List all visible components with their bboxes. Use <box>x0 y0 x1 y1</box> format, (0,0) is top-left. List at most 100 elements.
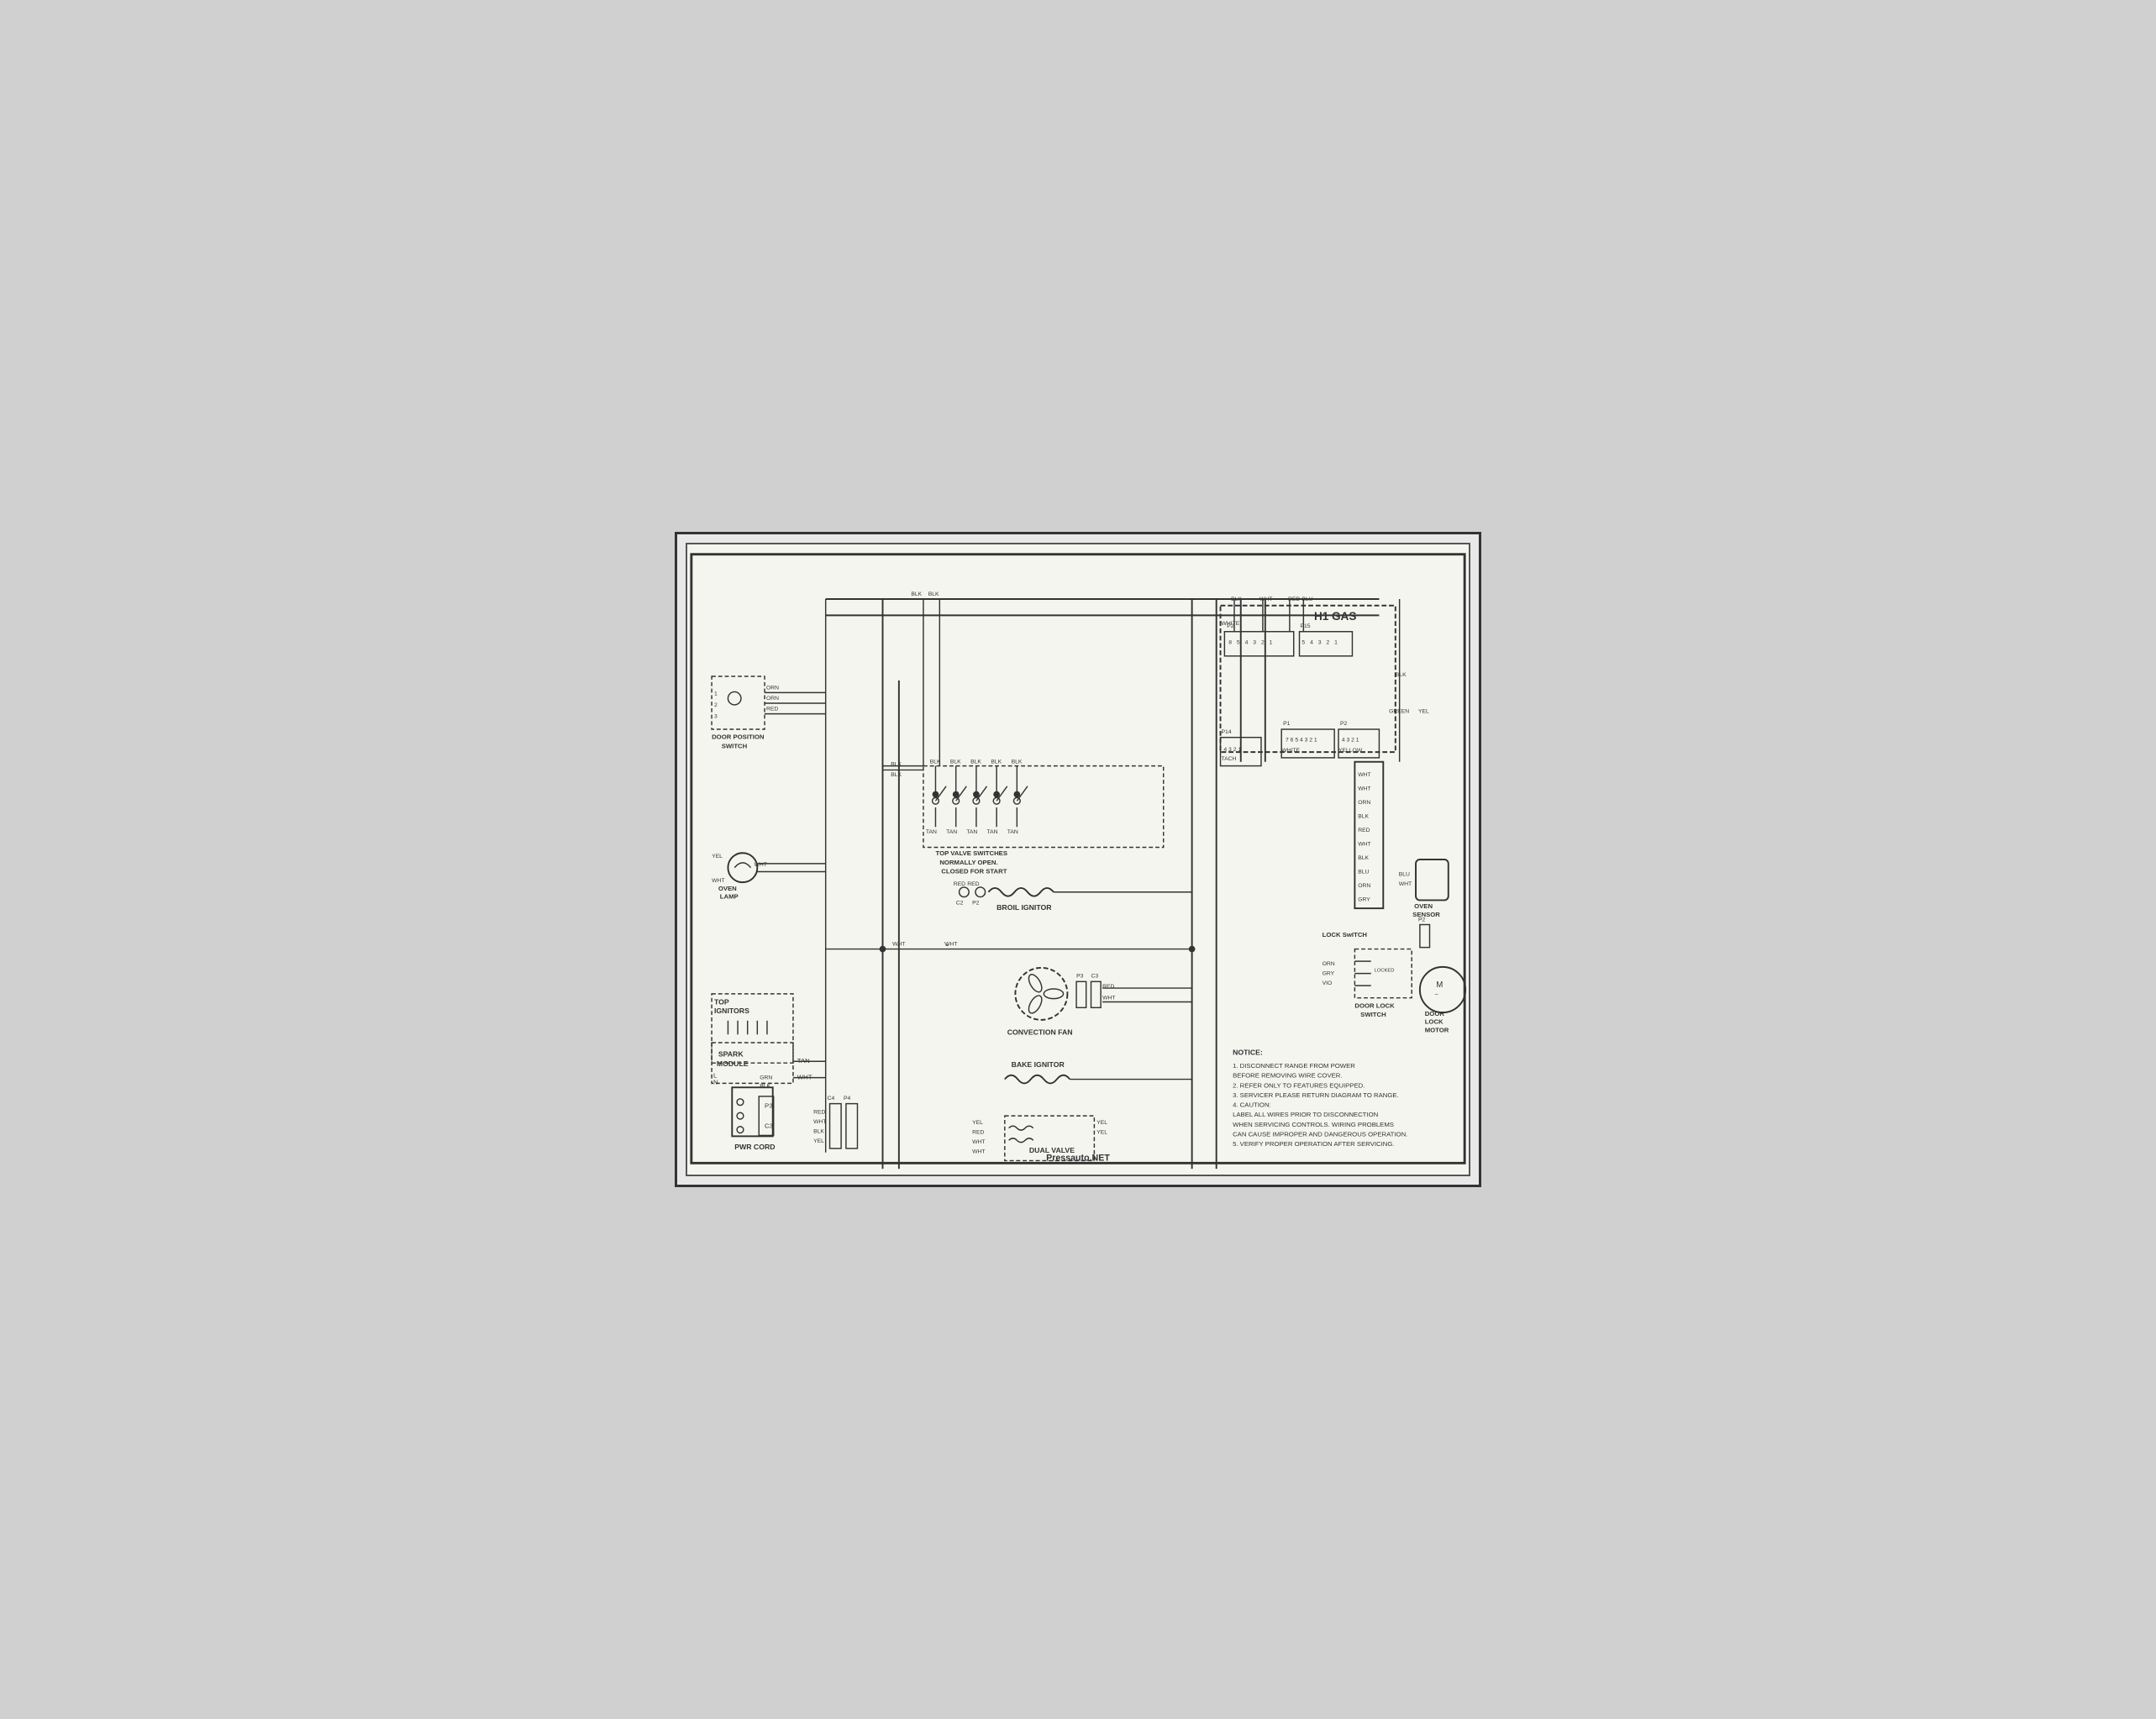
svg-text:RED: RED <box>813 1109 825 1115</box>
svg-text:RED: RED <box>972 1129 984 1135</box>
svg-text:LAMP: LAMP <box>720 893 739 901</box>
svg-text:1: 1 <box>1334 639 1338 645</box>
svg-text:WHT: WHT <box>972 1149 985 1155</box>
page-container: PWR CORD P3 C3 GRN BLK TOP IGNITORS SP <box>675 532 1481 1187</box>
svg-text:LOCKED: LOCKED <box>1375 969 1395 974</box>
svg-text:2: 2 <box>1261 639 1265 645</box>
svg-text:BLK: BLK <box>911 591 922 597</box>
svg-text:WHITE: WHITE <box>1222 621 1240 627</box>
svg-text:WHT: WHT <box>712 878 724 884</box>
svg-text:GRY: GRY <box>1323 971 1335 977</box>
svg-text:ORN: ORN <box>766 686 779 691</box>
svg-text:ORN: ORN <box>1323 961 1335 967</box>
svg-text:4 3 2 1: 4 3 2 1 <box>1223 747 1241 753</box>
svg-text:WHT: WHT <box>1358 772 1370 778</box>
svg-text:WHT: WHT <box>813 1119 826 1125</box>
svg-text:YELLOW: YELLOW <box>1338 748 1363 754</box>
svg-text:2: 2 <box>1326 639 1329 645</box>
svg-text:CONVECTION FAN: CONVECTION FAN <box>1007 1028 1073 1036</box>
svg-text:BLK: BLK <box>1012 760 1023 765</box>
svg-text:M: M <box>1436 980 1443 990</box>
svg-text:YEL: YEL <box>972 1120 983 1126</box>
svg-text:4: 4 <box>1245 639 1249 645</box>
svg-text:BLU: BLU <box>1399 871 1410 877</box>
svg-text:CLOSED FOR START: CLOSED FOR START <box>941 867 1007 875</box>
svg-text:P2: P2 <box>972 900 980 906</box>
svg-text:Pressauto.NET: Pressauto.NET <box>1046 1153 1110 1163</box>
diagram-area: PWR CORD P3 C3 GRN BLK TOP IGNITORS SP <box>686 543 1470 1176</box>
svg-text:GRY: GRY <box>1358 896 1370 902</box>
svg-text:CAN CAUSE IMPROPER AND DANGERO: CAN CAUSE IMPROPER AND DANGEROUS OPERATI… <box>1233 1130 1407 1138</box>
svg-text:TAN: TAN <box>987 829 998 835</box>
svg-text:P2: P2 <box>1418 917 1426 923</box>
svg-text:WHT: WHT <box>1358 842 1370 848</box>
svg-text:4: 4 <box>1310 639 1313 645</box>
svg-text:BLK: BLK <box>813 1129 824 1135</box>
svg-text:4. CAUTION:: 4. CAUTION: <box>1233 1101 1271 1109</box>
svg-text:NORMALLY OPEN.: NORMALLY OPEN. <box>939 859 997 866</box>
svg-text:BLU: BLU <box>1358 869 1369 875</box>
svg-text:WHT: WHT <box>972 1139 985 1145</box>
svg-text:YEL: YEL <box>712 854 723 860</box>
svg-text:NOTICE:: NOTICE: <box>1233 1049 1263 1057</box>
svg-text:C3: C3 <box>1091 973 1099 979</box>
svg-text:RED: RED <box>954 881 965 887</box>
svg-text:SENSOR: SENSOR <box>1412 911 1440 918</box>
svg-text:4 3 2 1: 4 3 2 1 <box>1342 738 1359 744</box>
svg-text:BLK: BLK <box>991 760 1002 765</box>
svg-text:N: N <box>713 1078 718 1086</box>
svg-text:C3: C3 <box>765 1122 773 1130</box>
svg-text:BLK: BLK <box>930 760 941 765</box>
svg-text:RED: RED <box>967 881 979 887</box>
svg-text:8: 8 <box>1228 639 1232 645</box>
svg-text:DOOR: DOOR <box>1425 1010 1445 1017</box>
svg-text:TAN: TAN <box>926 829 937 835</box>
svg-text:OVEN: OVEN <box>718 885 737 892</box>
svg-text:LABEL ALL WIRES PRIOR TO DISCO: LABEL ALL WIRES PRIOR TO DISCONNECTION <box>1233 1111 1378 1118</box>
svg-text:P15: P15 <box>1300 623 1310 629</box>
svg-text:TOP: TOP <box>714 997 729 1006</box>
svg-text:RED: RED <box>1102 984 1114 990</box>
svg-text:1. DISCONNECT RANGE FROM POWE: 1. DISCONNECT RANGE FROM POWER <box>1233 1062 1355 1070</box>
svg-text:SWITCH: SWITCH <box>722 742 748 749</box>
svg-text:TAN: TAN <box>946 829 957 835</box>
svg-text:BLK: BLK <box>928 591 939 597</box>
svg-text:C4: C4 <box>828 1096 835 1101</box>
svg-text:PWR CORD: PWR CORD <box>734 1143 775 1151</box>
svg-text:IGNITORS: IGNITORS <box>714 1007 749 1015</box>
svg-text:H1 GAS: H1 GAS <box>1314 610 1356 623</box>
svg-text:P2: P2 <box>1340 721 1348 727</box>
svg-text:RED: RED <box>766 707 778 712</box>
svg-text:BLK: BLK <box>950 760 961 765</box>
svg-text:BLK: BLK <box>970 760 981 765</box>
svg-text:RED: RED <box>1358 828 1370 833</box>
svg-text:P3: P3 <box>1076 973 1084 979</box>
svg-text:BLK: BLK <box>1358 814 1369 820</box>
svg-text:VIO: VIO <box>1323 980 1333 986</box>
svg-text:~: ~ <box>1434 991 1438 998</box>
svg-text:YEL: YEL <box>813 1138 824 1144</box>
svg-text:2: 2 <box>714 702 718 708</box>
svg-text:BLK: BLK <box>1358 855 1369 861</box>
svg-text:P3: P3 <box>765 1101 772 1109</box>
svg-text:TAN: TAN <box>1007 829 1018 835</box>
svg-text:5. VERIFY PROPER OPERATION AF: 5. VERIFY PROPER OPERATION AFTER SERVICI… <box>1233 1140 1395 1148</box>
svg-text:LOCK SwITCH: LOCK SwITCH <box>1323 931 1368 938</box>
svg-text:P4: P4 <box>844 1096 851 1101</box>
svg-text:BEFORE REMOVING WIRE COVER.: BEFORE REMOVING WIRE COVER. <box>1233 1072 1342 1080</box>
svg-text:WHITE: WHITE <box>1281 748 1300 754</box>
svg-text:3: 3 <box>1318 639 1322 645</box>
svg-text:DOOR LOCK: DOOR LOCK <box>1354 1001 1395 1009</box>
svg-text:1: 1 <box>714 691 718 697</box>
svg-text:TAN: TAN <box>966 829 977 835</box>
svg-text:TACH: TACH <box>1222 756 1237 762</box>
svg-text:SWITCH: SWITCH <box>1360 1011 1386 1018</box>
svg-text:BLK: BLK <box>1396 672 1407 678</box>
svg-text:LOCK: LOCK <box>1425 1018 1443 1026</box>
svg-text:YEL: YEL <box>1096 1120 1107 1126</box>
svg-text:GRN: GRN <box>760 1075 772 1081</box>
svg-text:5: 5 <box>1301 639 1305 645</box>
svg-text:BLK: BLK <box>760 1083 770 1089</box>
svg-text:BLK: BLK <box>891 772 902 778</box>
svg-text:YEL: YEL <box>1096 1129 1107 1135</box>
